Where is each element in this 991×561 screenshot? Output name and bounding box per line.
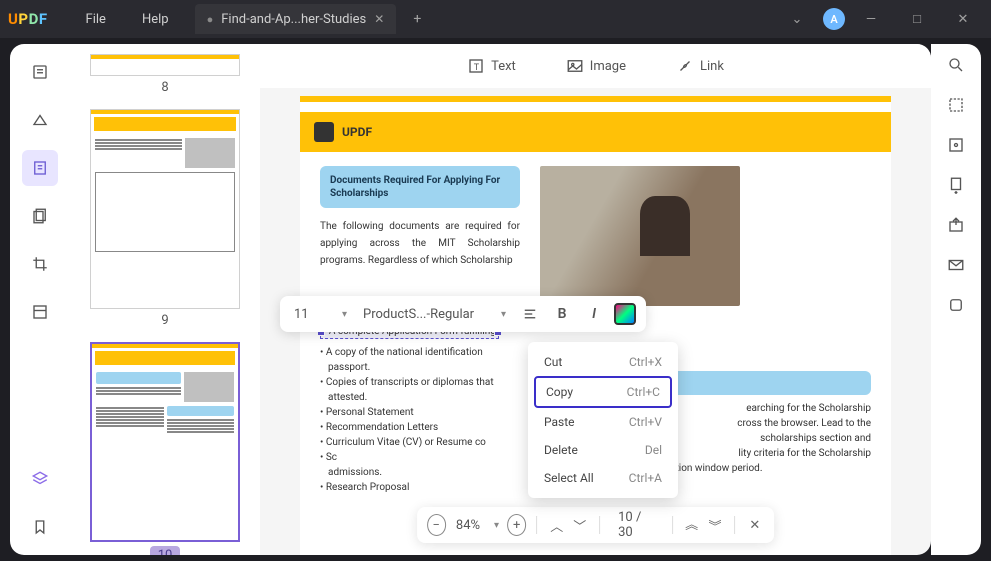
- doc-logo-icon: [314, 122, 334, 142]
- tab-title: Find-and-Ap...her-Studies: [221, 12, 366, 27]
- window-maximize[interactable]: □: [897, 0, 937, 38]
- ctx-paste[interactable]: PasteCtrl+V: [534, 408, 672, 436]
- list-item: • Curriculum Vitae (CV) or Resume co: [320, 437, 510, 448]
- doc-brand: UPDF: [342, 125, 372, 139]
- zoom-in-button[interactable]: +: [507, 514, 526, 536]
- tool-image[interactable]: Image: [566, 57, 626, 75]
- last-page-button[interactable]: ︾: [705, 514, 724, 536]
- list-item: admissions.: [320, 467, 510, 478]
- doc-photo: [540, 166, 740, 306]
- zoom-out-button[interactable]: −: [427, 514, 446, 536]
- menu-help[interactable]: Help: [124, 12, 187, 27]
- format-toolbar: ▾ ▾ B I: [280, 296, 646, 332]
- sidebar-left: [10, 44, 70, 555]
- highlight-icon[interactable]: [22, 102, 58, 138]
- window-minimize[interactable]: —: [851, 0, 891, 38]
- tools-icon[interactable]: [22, 294, 58, 330]
- ctx-cut[interactable]: CutCtrl+X: [534, 348, 672, 376]
- edit-icon[interactable]: [22, 150, 58, 186]
- menu-file[interactable]: File: [68, 12, 124, 27]
- mail-icon[interactable]: [947, 256, 965, 278]
- convert-icon[interactable]: [947, 176, 965, 198]
- chevron-down-icon[interactable]: ▾: [490, 520, 503, 531]
- titlebar: UPDF File Help ● Find-and-Ap...her-Studi…: [0, 0, 991, 38]
- doc-heading: Documents Required For Applying For Scho…: [320, 166, 520, 208]
- list-item: attested.: [320, 392, 510, 403]
- avatar[interactable]: A: [823, 8, 845, 30]
- tool-text[interactable]: TText: [467, 57, 516, 75]
- top-toolbar: TText Image Link: [260, 44, 931, 88]
- align-icon[interactable]: [518, 302, 542, 326]
- chevron-down-icon[interactable]: ▾: [338, 309, 351, 320]
- doc-header: UPDF: [300, 112, 891, 152]
- list-item: passport.: [320, 362, 510, 373]
- font-size-input[interactable]: [290, 303, 330, 326]
- layers-icon[interactable]: [22, 461, 58, 497]
- list-item: • Sc: [320, 452, 510, 463]
- bookmark-icon[interactable]: [22, 509, 58, 545]
- ctx-copy[interactable]: CopyCtrl+C: [534, 376, 672, 408]
- thumb-page-8[interactable]: 8: [90, 54, 240, 95]
- list-item: • Personal Statement: [320, 407, 510, 418]
- main-canvas: TText Image Link UPDF Documents Required…: [260, 44, 931, 555]
- thumbnail-panel: 8 9 10: [70, 44, 260, 555]
- new-tab-button[interactable]: +: [406, 8, 428, 30]
- doc-intro: The following documents are required for…: [320, 218, 520, 269]
- list-item: • Research Proposal: [320, 482, 510, 493]
- protect-icon[interactable]: [947, 136, 965, 158]
- search-icon[interactable]: [947, 56, 965, 78]
- chevron-down-icon[interactable]: ▾: [497, 309, 510, 320]
- crop-icon[interactable]: [22, 246, 58, 282]
- bold-button[interactable]: B: [550, 302, 574, 326]
- prev-page-button[interactable]: ︿: [547, 514, 566, 536]
- pages-icon[interactable]: [22, 198, 58, 234]
- sidebar-right: [931, 44, 981, 555]
- share-icon[interactable]: [947, 216, 965, 238]
- ocr-icon[interactable]: [947, 96, 965, 118]
- next-page-button[interactable]: ﹀: [570, 514, 589, 536]
- more-icon[interactable]: [947, 296, 965, 318]
- color-picker[interactable]: [614, 303, 636, 325]
- font-family-select[interactable]: [359, 303, 489, 326]
- thumb-page-9[interactable]: 9: [90, 109, 240, 328]
- list-item: • Copies of transcripts or diplomas that: [320, 377, 510, 388]
- ctx-select-all[interactable]: Select AllCtrl+A: [534, 464, 672, 492]
- zoom-level: 84%: [450, 518, 486, 533]
- bottom-nav: − 84% ▾ + ︿ ﹀ 10 / 30 ︾ ︾ ✕: [417, 507, 775, 543]
- list-item: • Recommendation Letters: [320, 422, 510, 433]
- tab-close-icon[interactable]: ✕: [374, 12, 384, 26]
- tool-link[interactable]: Link: [676, 57, 724, 75]
- list-item: • A copy of the national identification: [320, 347, 510, 358]
- window-close[interactable]: ✕: [943, 0, 983, 38]
- tab-modified-icon: ●: [207, 13, 214, 26]
- italic-button[interactable]: I: [582, 302, 606, 326]
- tab-document[interactable]: ● Find-and-Ap...her-Studies ✕: [195, 4, 397, 34]
- svg-text:T: T: [474, 63, 480, 73]
- thumb-page-10[interactable]: 10: [90, 342, 240, 555]
- reader-icon[interactable]: [22, 54, 58, 90]
- context-menu: CutCtrl+X CopyCtrl+C PasteCtrl+V DeleteD…: [528, 342, 678, 498]
- dropdown-icon[interactable]: ⌄: [777, 0, 817, 38]
- first-page-button[interactable]: ︾: [682, 514, 701, 536]
- app-logo: UPDF: [8, 10, 48, 28]
- nav-close-button[interactable]: ✕: [745, 514, 764, 536]
- ctx-delete[interactable]: DeleteDel: [534, 436, 672, 464]
- page-indicator[interactable]: 10 / 30: [610, 508, 661, 542]
